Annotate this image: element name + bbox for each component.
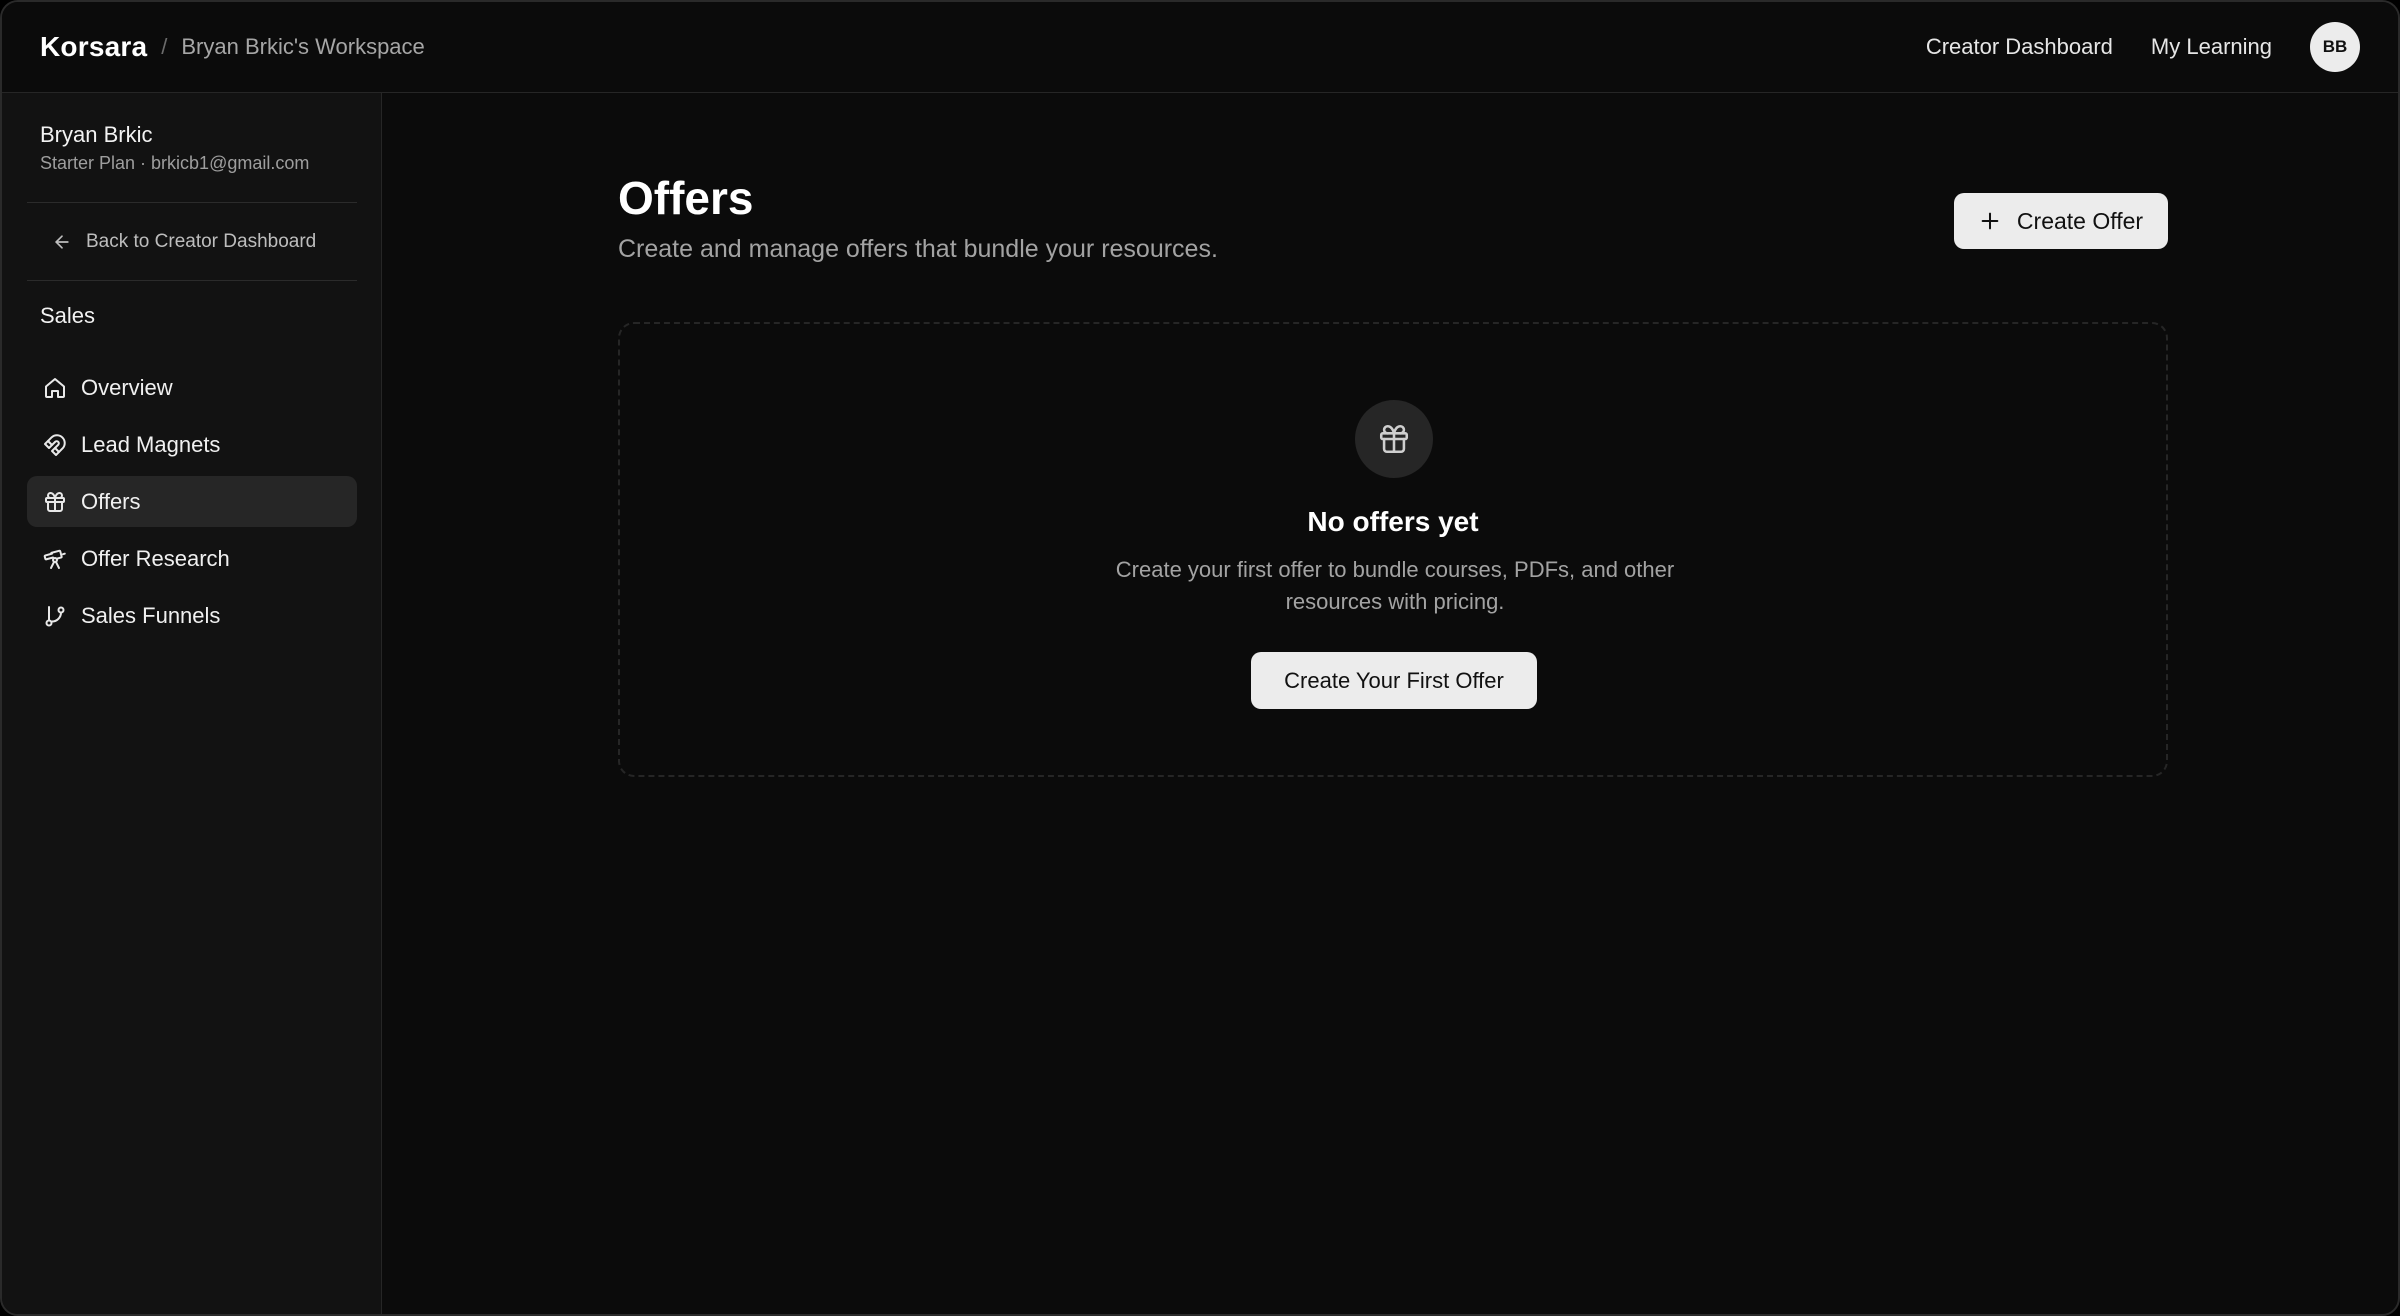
sidebar-item-offer-research[interactable]: Offer Research bbox=[27, 533, 357, 584]
git-branch-icon bbox=[43, 604, 67, 628]
user-name: Bryan Brkic bbox=[40, 122, 153, 147]
top-nav: Creator Dashboard My Learning BB bbox=[1888, 22, 2360, 72]
sidebar-divider bbox=[27, 280, 357, 281]
back-link-label: Back to Creator Dashboard bbox=[86, 231, 317, 252]
create-offer-label: Create Offer bbox=[2016, 207, 2144, 234]
arrow-left-icon bbox=[55, 235, 69, 249]
sidebar-item-label: Sales Funnels bbox=[81, 602, 221, 628]
sidebar-item-label: Offer Research bbox=[81, 545, 230, 571]
page-subtitle: Create and manage offers that bundle you… bbox=[618, 235, 1218, 263]
app-window: Korsara / Bryan Brkic's Workspace Creato… bbox=[0, 0, 2400, 1316]
magnet-icon bbox=[43, 433, 67, 457]
breadcrumb-separator: / bbox=[161, 34, 168, 59]
create-offer-button[interactable]: Create Offer bbox=[1954, 193, 2168, 249]
create-first-offer-button[interactable]: Create Your First Offer bbox=[1251, 652, 1537, 709]
sidebar-item-label: Overview bbox=[81, 374, 173, 400]
sidebar-item-sales-funnels[interactable]: Sales Funnels bbox=[27, 590, 357, 641]
brand-logo[interactable]: Korsara bbox=[40, 31, 147, 63]
my-learning-link[interactable]: My Learning bbox=[2151, 34, 2272, 60]
sidebar-divider bbox=[27, 202, 357, 203]
sidebar-item-label: Lead Magnets bbox=[81, 431, 221, 457]
section-title-sales: Sales bbox=[40, 303, 96, 328]
avatar[interactable]: BB bbox=[2310, 22, 2360, 72]
empty-state-icon-circle bbox=[1355, 400, 1433, 478]
gift-icon bbox=[43, 490, 67, 514]
user-plan-email: Starter Plan · brkicb1@gmail.com bbox=[40, 153, 310, 173]
sidebar: Bryan Brkic Starter Plan · brkicb1@gmail… bbox=[2, 93, 382, 1314]
page-title: Offers bbox=[618, 172, 754, 224]
home-icon bbox=[43, 376, 67, 400]
workspace-name[interactable]: Bryan Brkic's Workspace bbox=[181, 34, 424, 60]
sidebar-item-overview[interactable]: Overview bbox=[27, 362, 357, 413]
sidebar-item-label: Offers bbox=[81, 488, 141, 514]
empty-state-title: No offers yet bbox=[1307, 506, 1479, 537]
telescope-icon bbox=[43, 547, 67, 571]
top-bar: Korsara / Bryan Brkic's Workspace Creato… bbox=[2, 2, 2398, 93]
empty-state-card: No offers yet Create your first offer to… bbox=[618, 322, 2168, 777]
gift-icon bbox=[1379, 424, 1409, 454]
sidebar-nav: Overview Lead Magnets Offers Offer Resea… bbox=[27, 362, 357, 647]
empty-state-description: Create your first offer to bundle course… bbox=[1115, 557, 1675, 614]
sidebar-item-lead-magnets[interactable]: Lead Magnets bbox=[27, 419, 357, 470]
back-to-dashboard-link[interactable]: Back to Creator Dashboard bbox=[52, 231, 316, 253]
main-content: Offers Create and manage offers that bun… bbox=[382, 93, 2398, 1314]
plus-icon bbox=[1981, 212, 1999, 230]
creator-dashboard-link[interactable]: Creator Dashboard bbox=[1926, 34, 2113, 60]
sidebar-item-offers[interactable]: Offers bbox=[27, 476, 357, 527]
